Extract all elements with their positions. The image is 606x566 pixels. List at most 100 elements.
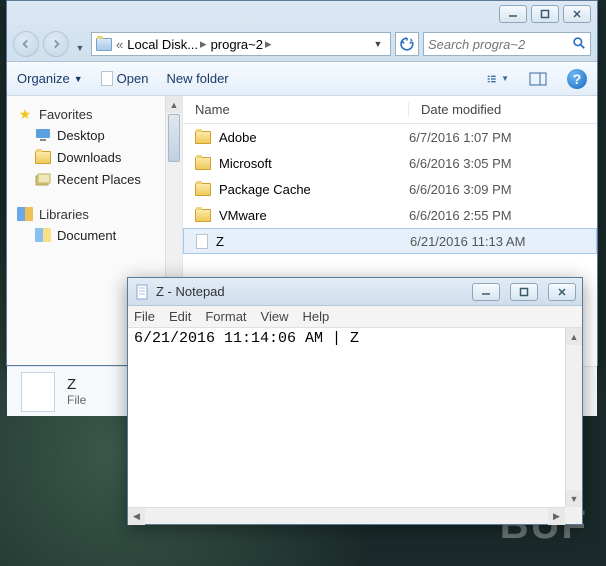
notepad-scrollbar-horizontal[interactable]: ◀ ▶	[128, 507, 565, 524]
preview-name: Z	[67, 376, 86, 393]
star-icon: ★	[17, 106, 33, 122]
file-row[interactable]: Z 6/21/2016 11:13 AM	[183, 228, 597, 254]
view-options-button[interactable]: ▼	[487, 68, 509, 90]
toolbar-label: Organize	[17, 71, 70, 86]
search-box[interactable]	[423, 32, 591, 56]
column-header-date[interactable]: Date modified	[409, 102, 597, 117]
sidebar-item-label: Recent Places	[57, 172, 141, 187]
sidebar-item-downloads[interactable]: Downloads	[7, 146, 182, 168]
close-button[interactable]	[563, 5, 591, 23]
preview-type: File	[67, 393, 86, 407]
nav-history-dropdown[interactable]: ▼	[73, 31, 87, 57]
scroll-thumb[interactable]	[168, 114, 180, 162]
sidebar-group-libraries: Libraries Document	[7, 204, 182, 246]
toolbar-label: New folder	[166, 71, 228, 86]
folder-icon	[195, 131, 211, 144]
breadcrumb-root-sep: «	[116, 37, 123, 52]
file-date: 6/21/2016 11:13 AM	[410, 234, 525, 249]
file-name: Microsoft	[219, 156, 272, 171]
notepad-minimize-button[interactable]	[472, 283, 500, 301]
file-row[interactable]: VMware 6/6/2016 2:55 PM	[183, 202, 597, 228]
explorer-toolbar: Organize▼ Open New folder ▼ ?	[7, 62, 597, 96]
column-headers: Name Date modified	[183, 96, 597, 124]
maximize-button[interactable]	[531, 5, 559, 23]
notepad-icon	[134, 284, 150, 300]
sidebar-item-label: Desktop	[57, 128, 105, 143]
column-header-name[interactable]: Name	[183, 102, 409, 117]
sidebar-header-label: Favorites	[39, 107, 92, 122]
documents-icon	[35, 227, 51, 243]
scroll-up-button[interactable]: ▲	[566, 328, 582, 345]
nav-back-button[interactable]	[13, 31, 39, 57]
address-bar[interactable]: « Local Disk...▸ progra~2▸ ▼	[91, 32, 391, 56]
explorer-nav-row: ▼ « Local Disk...▸ progra~2▸ ▼	[7, 27, 597, 61]
folder-icon	[195, 157, 211, 170]
notepad-scrollbar-vertical[interactable]: ▲ ▼	[565, 328, 582, 507]
breadcrumb-item[interactable]: progra~2▸	[211, 36, 272, 52]
sidebar-item-label: Document	[57, 228, 116, 243]
help-button[interactable]: ?	[567, 69, 587, 89]
notepad-text-area[interactable]: 6/21/2016 11:14:06 AM | Z	[128, 328, 565, 507]
minimize-button[interactable]	[499, 5, 527, 23]
sidebar-item-label: Downloads	[57, 150, 121, 165]
breadcrumb-label: progra~2	[211, 37, 263, 52]
preview-thumbnail	[21, 372, 55, 412]
file-row[interactable]: Microsoft 6/6/2016 3:05 PM	[183, 150, 597, 176]
file-date: 6/6/2016 3:05 PM	[409, 156, 512, 171]
file-icon	[101, 71, 113, 86]
sidebar-group-favorites: ★ Favorites Desktop Downloads Recent Plac…	[7, 104, 182, 190]
menu-item-file[interactable]: File	[134, 309, 155, 324]
folder-icon	[195, 209, 211, 222]
new-folder-button[interactable]: New folder	[166, 71, 228, 86]
sidebar-item-recent[interactable]: Recent Places	[7, 168, 182, 190]
notepad-titlebar[interactable]: Z - Notepad	[128, 278, 582, 306]
explorer-caption-row	[7, 1, 597, 27]
scroll-left-button[interactable]: ◀	[128, 508, 145, 525]
open-button[interactable]: Open	[101, 71, 149, 86]
libraries-icon	[17, 206, 33, 222]
file-date: 6/6/2016 3:09 PM	[409, 182, 512, 197]
notepad-menubar: File Edit Format View Help	[128, 306, 582, 328]
folder-icon	[195, 183, 211, 196]
file-name: VMware	[219, 208, 267, 223]
search-icon	[572, 36, 586, 53]
file-name: Adobe	[219, 130, 257, 145]
menu-item-format[interactable]: Format	[205, 309, 246, 324]
notepad-close-button[interactable]	[548, 283, 576, 301]
file-icon	[196, 234, 208, 249]
menu-item-view[interactable]: View	[261, 309, 289, 324]
sidebar-item-desktop[interactable]: Desktop	[7, 124, 182, 146]
breadcrumb-label: Local Disk...	[127, 37, 198, 52]
toolbar-label: Open	[117, 71, 149, 86]
menu-item-edit[interactable]: Edit	[169, 309, 191, 324]
downloads-icon	[35, 149, 51, 165]
organize-menu[interactable]: Organize▼	[17, 71, 83, 86]
recent-icon	[35, 171, 51, 187]
breadcrumb-item[interactable]: Local Disk...▸	[127, 36, 206, 52]
file-row[interactable]: Adobe6/7/2016 1:07 PM	[183, 124, 597, 150]
notepad-window: Z - Notepad File Edit Format View Help 6/21/…	[127, 277, 583, 525]
nav-forward-button[interactable]	[43, 31, 69, 57]
sidebar-header-favorites[interactable]: ★ Favorites	[7, 104, 182, 124]
preview-pane-button[interactable]	[527, 68, 549, 90]
sidebar-item-documents[interactable]: Document	[7, 224, 182, 246]
scroll-down-button[interactable]: ▼	[566, 490, 582, 507]
address-dropdown[interactable]: ▼	[370, 39, 386, 49]
notepad-resize-grip[interactable]	[565, 507, 582, 524]
file-row[interactable]: Package Cache 6/6/2016 3:09 PM	[183, 176, 597, 202]
menu-item-help[interactable]: Help	[302, 309, 329, 324]
desktop-icon	[35, 127, 51, 143]
file-date: 6/6/2016 2:55 PM	[409, 208, 512, 223]
scroll-up-button[interactable]: ▲	[166, 96, 182, 113]
file-name: Z	[216, 234, 224, 249]
explorer-titlebar-area: ▼ « Local Disk...▸ progra~2▸ ▼	[7, 1, 597, 62]
scroll-right-button[interactable]: ▶	[548, 508, 565, 525]
search-input[interactable]	[428, 37, 572, 52]
file-name: Package Cache	[219, 182, 311, 197]
refresh-button[interactable]	[395, 32, 419, 56]
notepad-title-text: Z - Notepad	[156, 284, 462, 299]
drive-icon	[96, 36, 112, 52]
notepad-maximize-button[interactable]	[510, 283, 538, 301]
sidebar-header-label: Libraries	[39, 207, 89, 222]
sidebar-header-libraries[interactable]: Libraries	[7, 204, 182, 224]
